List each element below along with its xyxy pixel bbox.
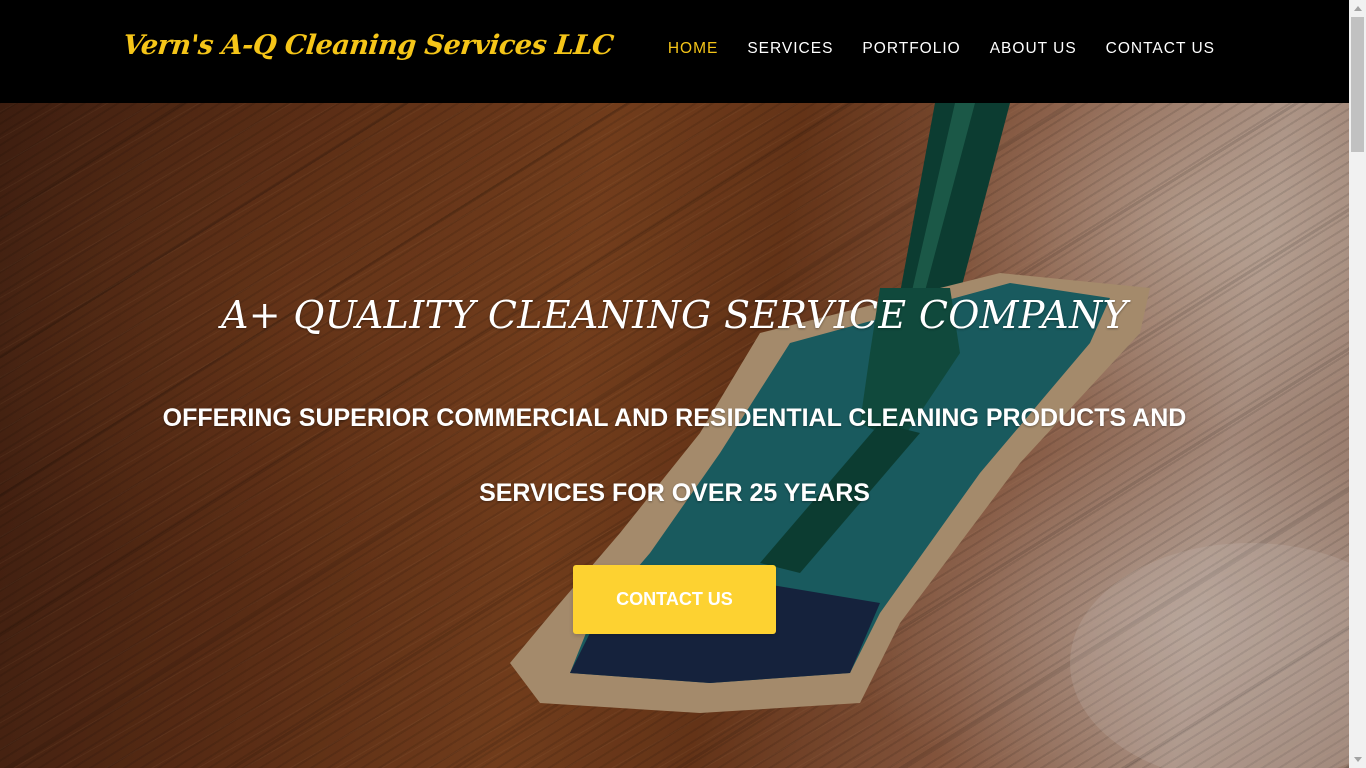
- page: Vern's A-Q Cleaning Services LLC HOME SE…: [0, 0, 1366, 768]
- hero-headline: A+ QUALITY CLEANING SERVICE COMPANY: [221, 293, 1128, 337]
- scroll-down-arrow[interactable]: [1349, 751, 1366, 768]
- nav-home-link[interactable]: HOME: [668, 40, 719, 58]
- main-nav: HOME SERVICES PORTFOLIO ABOUT US CONTACT…: [639, 40, 1215, 58]
- triangle-down-icon: [1353, 757, 1362, 762]
- hero-content: A+ QUALITY CLEANING SERVICE COMPANY OFFE…: [0, 103, 1349, 768]
- site-logo[interactable]: Vern's A-Q Cleaning Services LLC: [121, 30, 614, 61]
- scroll-thumb[interactable]: [1351, 17, 1364, 152]
- scroll-up-arrow[interactable]: [1349, 0, 1366, 17]
- contact-us-button[interactable]: CONTACT US: [573, 565, 776, 634]
- hero-section: A+ QUALITY CLEANING SERVICE COMPANY OFFE…: [0, 103, 1349, 768]
- nav-services-link[interactable]: SERVICES: [747, 40, 833, 58]
- triangle-up-icon: [1353, 6, 1362, 11]
- page-scrollbar[interactable]: [1349, 0, 1366, 768]
- nav-portfolio-link[interactable]: PORTFOLIO: [862, 40, 960, 58]
- nav-about-link[interactable]: ABOUT US: [990, 40, 1077, 58]
- hero-subheadline: OFFERING SUPERIOR COMMERCIAL AND RESIDEN…: [162, 404, 1187, 507]
- site-header: Vern's A-Q Cleaning Services LLC HOME SE…: [0, 0, 1349, 103]
- nav-contact-link[interactable]: CONTACT US: [1106, 40, 1215, 58]
